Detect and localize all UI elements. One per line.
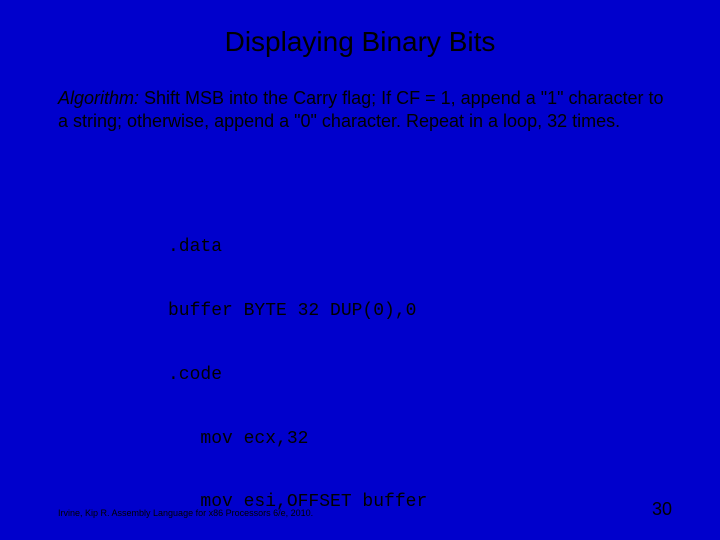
code-line: mov ecx,32 bbox=[168, 429, 438, 450]
code-block: .data buffer BYTE 32 DUP(0),0 .code mov … bbox=[168, 195, 438, 540]
footer-citation: Irvine, Kip R. Assembly Language for x86… bbox=[58, 508, 313, 518]
algorithm-paragraph: Algorithm: Shift MSB into the Carry flag… bbox=[58, 87, 670, 132]
code-line: buffer BYTE 32 DUP(0),0 bbox=[168, 301, 438, 322]
code-line: .code bbox=[168, 365, 438, 386]
slide: Displaying Binary Bits Algorithm: Shift … bbox=[0, 0, 720, 540]
slide-title: Displaying Binary Bits bbox=[0, 26, 720, 58]
page-number: 30 bbox=[652, 499, 672, 520]
code-line: .data bbox=[168, 237, 438, 258]
algorithm-label: Algorithm: bbox=[58, 88, 139, 108]
algorithm-text: Shift MSB into the Carry flag; If CF = 1… bbox=[58, 88, 664, 131]
